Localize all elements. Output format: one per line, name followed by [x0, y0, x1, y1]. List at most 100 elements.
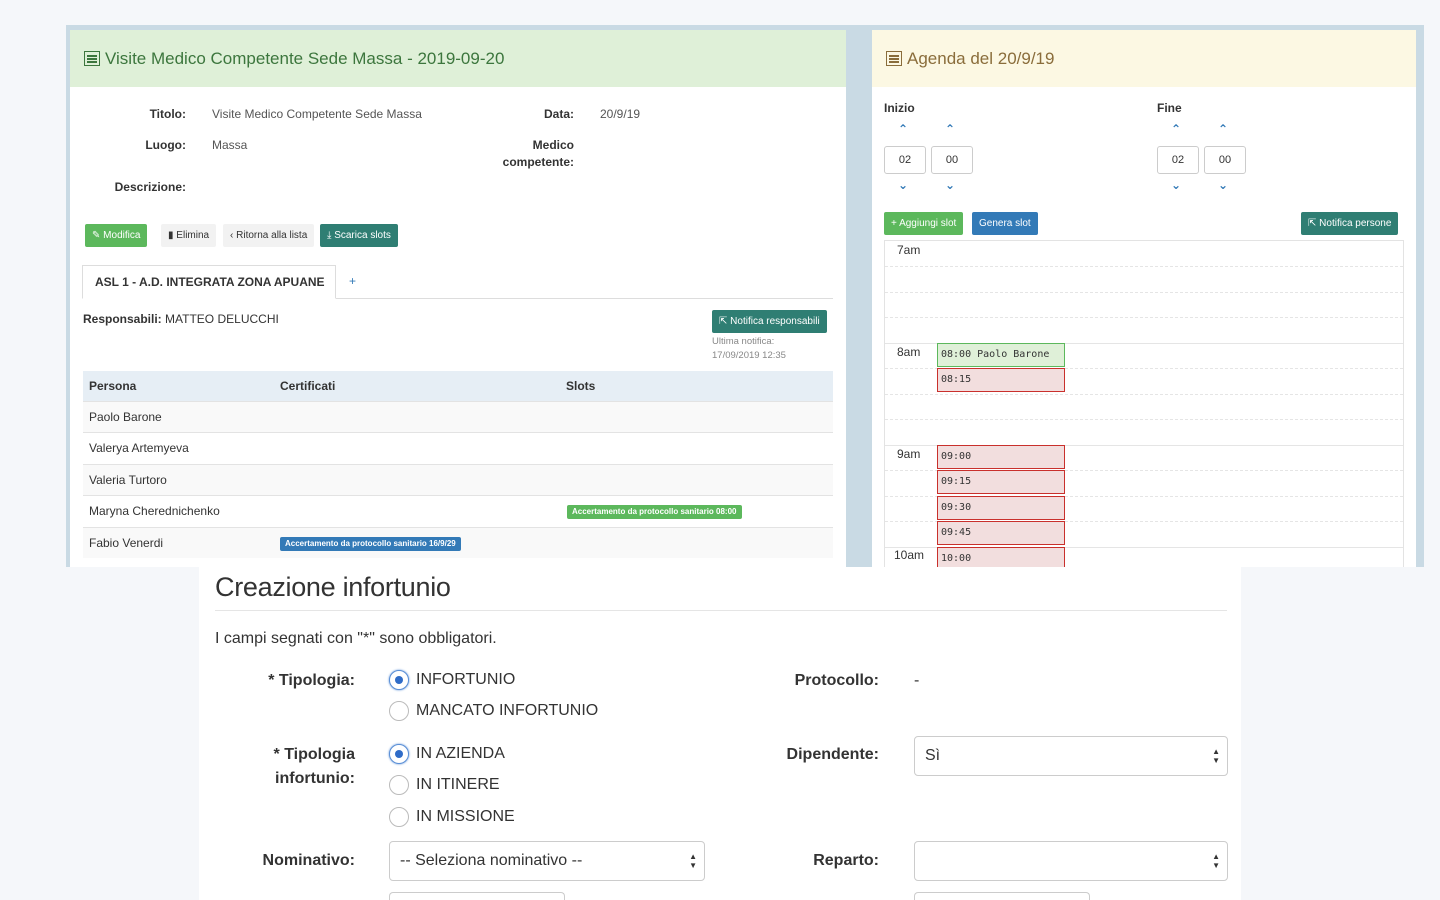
table-row: Valeria Turtoro: [83, 463, 833, 496]
next-field-input[interactable]: [914, 892, 1090, 900]
fine-hour-down-icon[interactable]: ⌄: [1171, 178, 1181, 192]
calendar-icon: [84, 51, 100, 66]
ritorna-button[interactable]: ‹ Ritorna alla lista: [223, 224, 315, 247]
radio-label: IN AZIENDA: [416, 745, 505, 762]
inizio-label: Inizio: [884, 101, 915, 115]
scarica-button-label: Scarica slots: [334, 230, 391, 241]
hour-label: 8am: [897, 345, 921, 359]
aggiungi-label: Aggiungi slot: [899, 218, 957, 229]
protocollo-value: -: [914, 672, 920, 689]
radio-mancato-infortunio[interactable]: MANCATO INFORTUNIO: [389, 701, 598, 721]
form-title: Creazione infortunio: [215, 572, 451, 602]
modifica-button-label: Modifica: [103, 230, 141, 241]
add-tab-button[interactable]: +: [349, 274, 356, 288]
grid-line: [885, 292, 1403, 293]
download-icon: ⤓: [327, 230, 332, 241]
tipologia-label: * Tipologia:: [268, 672, 355, 689]
table-row: Maryna Cherednichenko Accertamento da pr…: [83, 495, 833, 526]
responsabili: Responsabili: MATTEO DELUCCHI: [83, 312, 279, 326]
notifica-responsabili-label: Notifica responsabili: [730, 316, 820, 327]
dipendente-select[interactable]: Sì ▲ ▼: [914, 736, 1228, 776]
grid-line: [885, 266, 1403, 267]
radio-label: MANCATO INFORTUNIO: [416, 702, 599, 719]
nominativo-select[interactable]: -- Seleziona nominativo -- ▲ ▼: [389, 841, 705, 881]
certificate-badge[interactable]: Accertamento da protocollo sanitario 16/…: [280, 536, 461, 551]
agenda-panel-header: Agenda del 20/9/19: [872, 30, 1416, 87]
grid-line: [885, 419, 1403, 420]
radio-label: IN MISSIONE: [416, 808, 515, 825]
responsabili-label: Responsabili:: [83, 312, 162, 326]
radio-checked-icon: [389, 744, 409, 764]
genera-slot-button[interactable]: Genera slot: [972, 212, 1038, 235]
protocollo-label: Protocollo:: [794, 672, 879, 689]
chevron-left-icon: ‹: [230, 230, 234, 241]
fine-hour-up-icon[interactable]: ⌃: [1171, 122, 1181, 136]
fine-min-down-icon[interactable]: ⌄: [1218, 178, 1228, 192]
inizio-hour-down-icon[interactable]: ⌄: [898, 178, 908, 192]
modifica-button[interactable]: ✎ Modifica: [85, 224, 148, 247]
notifica-persone-button[interactable]: ⇱ Notifica persone: [1301, 212, 1399, 235]
hour-label: 7am: [897, 243, 921, 257]
ultima-notifica-label: Ultima notifica:: [712, 336, 775, 347]
visit-title: Visite Medico Competente Sede Massa - 20…: [105, 48, 505, 68]
nominativo-label: Nominativo:: [262, 852, 355, 869]
slot-badge[interactable]: Accertamento da protocollo sanitario 08:…: [567, 505, 742, 520]
required-note: I campi segnati con "*" sono obbligatori…: [215, 630, 497, 647]
inizio-hour-input[interactable]: 02: [884, 146, 926, 174]
fine-label: Fine: [1157, 101, 1182, 115]
agenda-slot[interactable]: 08:00 Paolo Barone: [937, 343, 1065, 367]
fine-hour-input[interactable]: 02: [1157, 146, 1199, 174]
radio-in-itinere[interactable]: IN ITINERE: [389, 775, 500, 795]
grid-line: [885, 394, 1403, 395]
next-field-input[interactable]: [389, 892, 565, 900]
agenda-title: Agenda del 20/9/19: [907, 48, 1055, 68]
reparto-select[interactable]: ▲ ▼: [914, 841, 1228, 881]
radio-infortunio[interactable]: INFORTUNIO: [389, 670, 515, 690]
notifica-responsabili-button[interactable]: ⇱ Notifica responsabili: [712, 310, 827, 333]
inizio-min-up-icon[interactable]: ⌃: [945, 122, 955, 136]
radio-label: IN ITINERE: [416, 776, 500, 793]
calendar-icon: [886, 51, 902, 66]
agenda-slot[interactable]: 09:30: [937, 496, 1065, 520]
notifica-persone-label: Notifica persone: [1319, 218, 1392, 229]
agenda-slot[interactable]: 09:45: [937, 521, 1065, 545]
radio-unchecked-icon: [389, 701, 409, 721]
persons-table: Persona Certificati Slots Paolo Barone V…: [83, 371, 833, 558]
trash-icon: ▮: [168, 230, 174, 241]
table-row: Valerya Artemyeva: [83, 432, 833, 463]
titolo-label: Titolo:: [149, 107, 186, 121]
fine-min-input[interactable]: 00: [1204, 146, 1246, 174]
nominativo-value: -- Seleziona nominativo --: [400, 852, 583, 869]
share-icon: ⇱: [719, 316, 728, 327]
visit-panel-header: Visite Medico Competente Sede Massa - 20…: [70, 30, 846, 87]
share-icon: ⇱: [1308, 218, 1317, 229]
elimina-button[interactable]: ▮ Elimina: [161, 224, 217, 247]
agenda-calendar[interactable]: 7am 8am 9am 10am 08:00 Paolo Barone 08:1…: [884, 240, 1404, 571]
scarica-slots-button[interactable]: ⤓ Scarica slots: [320, 224, 398, 247]
ultima-notifica-value: 17/09/2019 12:35: [712, 350, 786, 361]
tab-asl[interactable]: ASL 1 - A.D. INTEGRATA ZONA APUANE: [82, 265, 336, 299]
row-persona: Maryna Cherednichenko: [89, 504, 220, 519]
table-row: Fabio Venerdi Accertamento da protocollo…: [83, 526, 833, 558]
radio-in-azienda[interactable]: IN AZIENDA: [389, 744, 505, 764]
medico-label: Medico: [532, 138, 574, 152]
responsabili-value: MATTEO DELUCCHI: [165, 312, 279, 326]
agenda-slot[interactable]: 09:15: [937, 470, 1065, 494]
agenda-slot[interactable]: 09:00: [937, 445, 1065, 469]
agenda-slot[interactable]: 08:15: [937, 368, 1065, 392]
inizio-hour-up-icon[interactable]: ⌃: [898, 122, 908, 136]
col-persona: Persona: [89, 379, 137, 393]
col-certificati: Certificati: [280, 379, 336, 393]
inizio-min-down-icon[interactable]: ⌄: [945, 178, 955, 192]
luogo-label: Luogo:: [145, 138, 186, 152]
infortunio-form: Creazione infortunio I campi segnati con…: [199, 567, 1241, 900]
data-label: Data:: [543, 107, 574, 121]
data-value: 20/9/19: [600, 107, 641, 121]
ritorna-button-label: Ritorna alla lista: [236, 230, 308, 241]
row-persona: Valerya Artemyeva: [89, 441, 189, 456]
fine-min-up-icon[interactable]: ⌃: [1218, 122, 1228, 136]
radio-in-missione[interactable]: IN MISSIONE: [389, 807, 515, 827]
inizio-min-input[interactable]: 00: [931, 146, 973, 174]
radio-label: INFORTUNIO: [416, 671, 516, 688]
aggiungi-slot-button[interactable]: + Aggiungi slot: [884, 212, 964, 235]
